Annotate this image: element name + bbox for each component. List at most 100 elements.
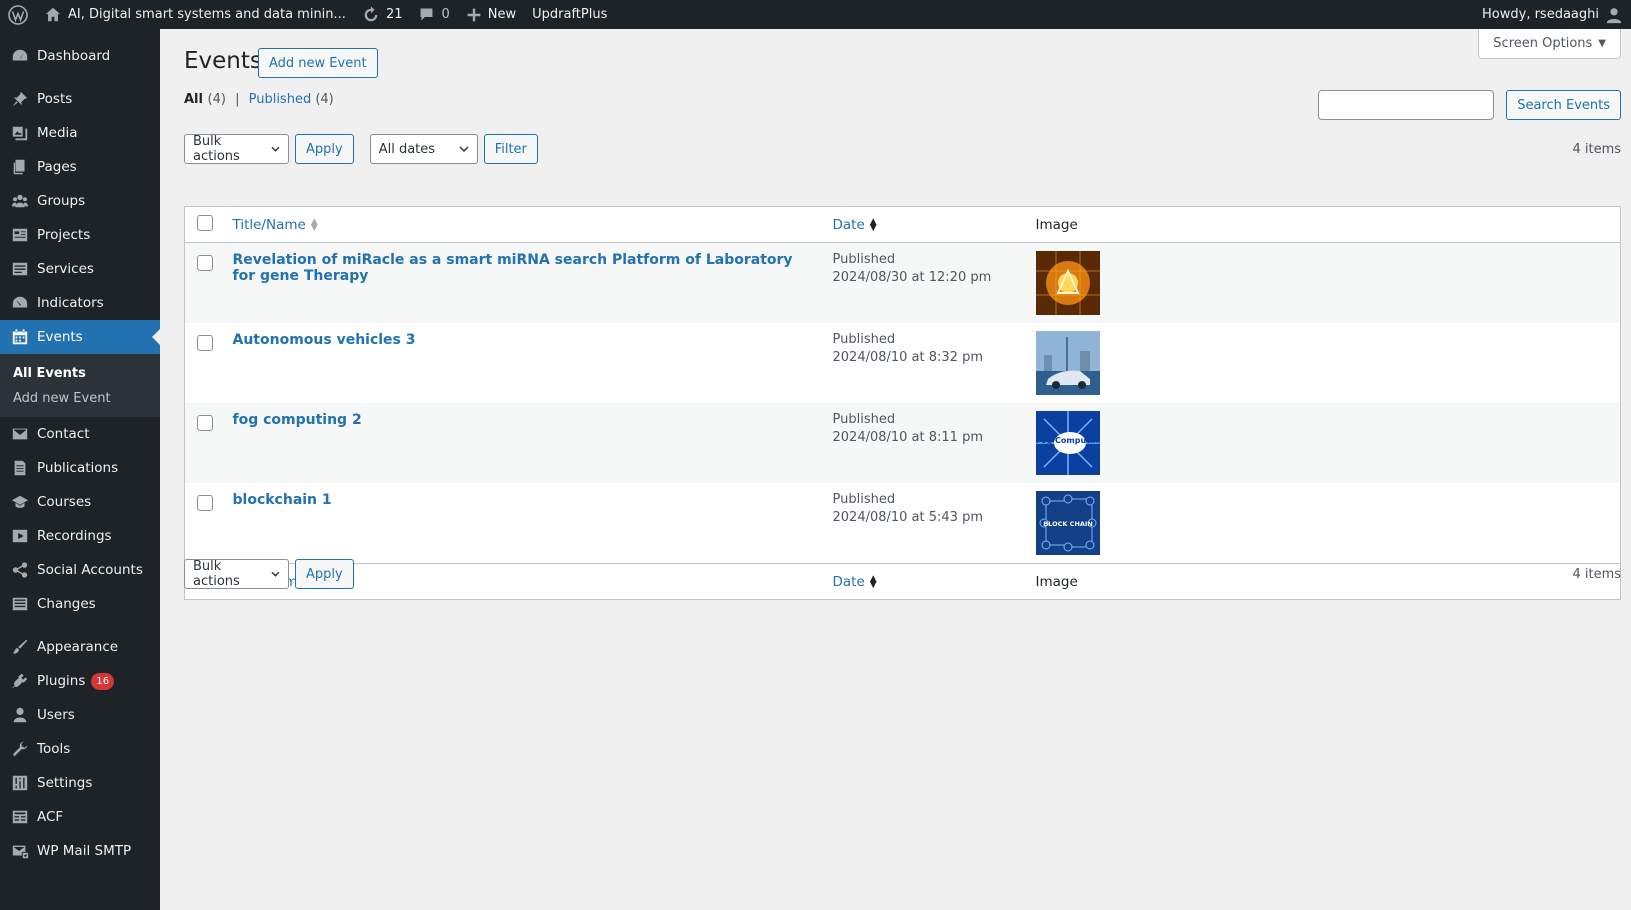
apply-button-bottom[interactable]: Apply	[295, 559, 354, 589]
status-filter-links: All (4) | Published (4)	[184, 92, 334, 107]
search-events-button[interactable]: Search Events	[1506, 90, 1621, 120]
menu-users[interactable]: Users	[0, 698, 160, 732]
filter-button[interactable]: Filter	[483, 134, 538, 164]
items-count-top: 4 items	[1572, 141, 1621, 157]
wordpress-logo-icon[interactable]	[0, 0, 36, 29]
event-thumbnail-image[interactable]	[1035, 251, 1100, 315]
menu-groups[interactable]: Groups	[0, 184, 160, 218]
menu-plugins[interactable]: Plugins 16	[0, 664, 160, 698]
home-icon	[45, 7, 61, 21]
user-icon	[13, 707, 27, 723]
column-title-label: Title/Name	[232, 216, 306, 233]
column-header-date[interactable]: Date ▲ ▼	[824, 206, 1028, 243]
menu-tools[interactable]: Tools	[0, 732, 160, 766]
menu-changes[interactable]: Changes	[0, 587, 160, 621]
row-checkbox[interactable]	[197, 335, 213, 351]
submenu-all-events[interactable]: All Events	[0, 361, 160, 386]
site-name-link[interactable]: AI, Digital smart systems and data minin…	[36, 0, 354, 29]
filter-all-link[interactable]: All (4)	[184, 92, 226, 107]
tablenav-top: Bulk actions Apply All dates Filter 4 it…	[184, 134, 1621, 164]
menu-label: Plugins	[37, 673, 86, 689]
select-all-checkbox[interactable]	[197, 214, 213, 231]
menu-contact[interactable]: Contact	[0, 417, 160, 451]
post-status: Published	[832, 492, 896, 507]
new-label: New	[487, 7, 517, 22]
menu-settings[interactable]: Settings	[0, 766, 160, 800]
bulk-actions-select-bottom[interactable]: Bulk actions	[184, 559, 289, 589]
projects-icon	[12, 228, 28, 242]
date-filter-value: All dates	[378, 141, 436, 157]
menu-acf[interactable]: ACF	[0, 800, 160, 834]
menu-indicators[interactable]: Indicators	[0, 286, 160, 320]
table-row: Revelation of miRacle as a smart miRNA s…	[184, 242, 1621, 323]
screen-options-button[interactable]: Screen Options ▼	[1478, 29, 1621, 59]
list-icon	[12, 597, 28, 611]
groups-icon	[11, 194, 29, 208]
menu-posts[interactable]: Posts	[0, 82, 160, 116]
sort-icon: ▲▼	[310, 216, 318, 233]
row-checkbox[interactable]	[197, 415, 213, 431]
add-new-event-button[interactable]: Add new Event	[258, 48, 378, 78]
select-all-cell	[184, 206, 225, 243]
apply-button-top[interactable]: Apply	[295, 134, 354, 164]
event-title-link[interactable]: blockchain 1	[233, 492, 332, 508]
menu-label: Appearance	[37, 639, 119, 655]
event-title-link[interactable]: Revelation of miRacle as a smart miRNA s…	[233, 252, 817, 284]
page-title: Events	[184, 48, 262, 74]
caret-down-icon: ▼	[1598, 38, 1606, 49]
chevron-down-icon	[459, 146, 469, 153]
filter-published-count: (4)	[315, 92, 334, 107]
updraftplus-label: UpdraftPlus	[532, 7, 608, 22]
bulk-actions-value: Bulk actions	[193, 134, 240, 164]
bulk-actions-select[interactable]: Bulk actions	[184, 134, 289, 164]
updates-link[interactable]: 21	[354, 0, 411, 29]
menu-dashboard[interactable]: Dashboard	[0, 39, 160, 73]
menu-services[interactable]: Services	[0, 252, 160, 286]
filter-all-count: (4)	[207, 92, 226, 107]
settings-sliders-icon	[12, 775, 28, 791]
submenu-add-new-event[interactable]: Add new Event	[0, 386, 160, 411]
new-content-link[interactable]: New	[458, 0, 524, 29]
event-title-link[interactable]: fog computing 2	[233, 412, 362, 428]
column-header-title[interactable]: Title/Name ▲ ▼	[224, 206, 825, 243]
filter-published-label: Published	[248, 92, 312, 107]
date-filter-select[interactable]: All dates	[369, 134, 478, 164]
menu-appearance[interactable]: Appearance	[0, 630, 160, 664]
menu-publications[interactable]: Publications	[0, 451, 160, 485]
comments-count: 0	[441, 7, 450, 22]
menu-projects[interactable]: Projects	[0, 218, 160, 252]
my-account-link[interactable]: Howdy, rsedaaghi	[1474, 0, 1631, 29]
row-checkbox[interactable]	[197, 255, 213, 271]
menu-courses[interactable]: Courses	[0, 485, 160, 519]
menu-label: WP Mail SMTP	[37, 843, 132, 859]
comments-link[interactable]: 0	[410, 0, 457, 29]
event-thumbnail-image[interactable]: BLOCK CHAIN	[1035, 491, 1100, 555]
event-thumbnail-image[interactable]	[1035, 331, 1100, 395]
table-row: Autonomous vehicles 3 Published 2024/08/1…	[185, 323, 1621, 403]
event-title-link[interactable]: Autonomous vehicles 3	[233, 332, 416, 348]
post-status: Published	[832, 252, 896, 267]
document-icon	[14, 460, 26, 476]
menu-label: ACF	[37, 809, 64, 825]
event-thumbnail-image[interactable]: Fog Computing	[1035, 411, 1100, 475]
post-date: 2024/08/10 at 8:11 pm	[832, 430, 984, 445]
date-cell: Published 2024/08/10 at 8:11 pm	[825, 403, 1028, 483]
updraftplus-link[interactable]: UpdraftPlus	[524, 0, 615, 29]
search-input[interactable]	[1318, 90, 1495, 120]
menu-label: Changes	[37, 596, 96, 612]
menu-media[interactable]: Media	[0, 116, 160, 150]
menu-events[interactable]: Events	[0, 320, 160, 354]
acf-icon	[12, 810, 28, 824]
row-checkbox[interactable]	[197, 495, 213, 511]
thumbnail-caption: BLOCK CHAIN	[1043, 520, 1093, 528]
chevron-down-icon	[271, 571, 280, 577]
menu-wp-mail-smtp[interactable]: WP Mail SMTP	[0, 834, 160, 868]
filter-all-label: All	[184, 92, 203, 107]
thumbnail-caption: Fog Computing	[1036, 436, 1100, 445]
menu-label: Publications	[37, 460, 119, 476]
media-icon	[12, 126, 28, 141]
filter-published-link[interactable]: Published (4)	[249, 92, 334, 107]
menu-recordings[interactable]: Recordings	[0, 519, 160, 553]
menu-pages[interactable]: Pages	[0, 150, 160, 184]
menu-social-accounts[interactable]: Social Accounts	[0, 553, 160, 587]
